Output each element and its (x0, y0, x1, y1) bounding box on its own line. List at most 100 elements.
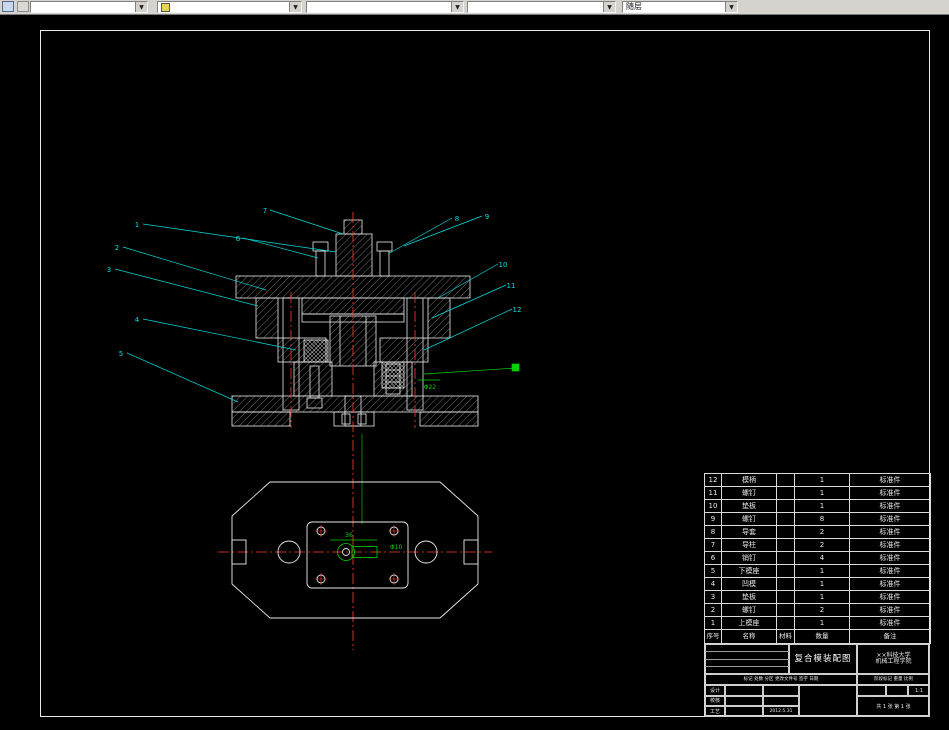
bom-seq: 10 (704, 499, 722, 513)
bolt-head-3[interactable] (357, 413, 367, 425)
table-row[interactable]: 1 上模座 1 标准件 (704, 616, 931, 630)
linetype-combo[interactable]: ▼ (467, 1, 616, 13)
bom-name: 导柱 (721, 538, 777, 552)
bom-seq: 2 (704, 603, 722, 617)
bom-name: 下模座 (721, 564, 777, 578)
style-combo[interactable]: ▼ (30, 1, 148, 13)
lower-die-plate[interactable] (231, 395, 479, 413)
bom-name: 凹模 (721, 577, 777, 591)
guide-bushing-left[interactable] (255, 297, 279, 339)
toolbar-button-icon[interactable] (17, 1, 29, 12)
chevron-down-icon[interactable]: ▼ (725, 2, 737, 12)
table-row[interactable]: 7 导柱 2 标准件 (704, 538, 931, 552)
bom-qty: 2 (794, 603, 850, 617)
role-craft-label: 工艺 (705, 706, 725, 717)
bom-header-qty: 数量 (794, 629, 850, 644)
table-row[interactable]: 11 螺钉 1 标准件 (704, 486, 931, 500)
bom-name: 销钉 (721, 551, 777, 565)
die-base-outline[interactable] (231, 481, 479, 619)
bom-qty: 1 (794, 564, 850, 578)
table-row[interactable]: 5 下模座 1 标准件 (704, 564, 931, 578)
callout-label: 9 (485, 213, 489, 221)
bom-material (776, 512, 795, 526)
die-foot-left[interactable] (231, 411, 291, 427)
revision-line (705, 666, 789, 667)
drawing-title: 复合模装配图 (789, 644, 857, 674)
bom-seq: 12 (704, 473, 722, 487)
bom-remark: 标准件 (849, 473, 931, 487)
table-row[interactable]: 6 销钉 4 标准件 (704, 551, 931, 565)
organization: ××科技大学 机械工程学院 (857, 644, 930, 674)
callout-label: 5 (119, 350, 123, 358)
bom-header-name: 名称 (721, 629, 777, 644)
plan-view[interactable] (231, 481, 479, 619)
punch-shank[interactable] (335, 233, 373, 277)
callout-label: 3 (107, 266, 111, 274)
color-combo[interactable]: ▼ (306, 1, 464, 13)
screw-left[interactable] (315, 250, 326, 277)
plan-dim-width: 36 (345, 532, 353, 539)
insert-block[interactable] (303, 339, 329, 363)
layer-color-swatch (161, 2, 170, 12)
callout-label: 1 (135, 221, 139, 229)
chevron-down-icon[interactable]: ▼ (289, 2, 301, 12)
center-support[interactable] (333, 411, 375, 427)
stage-header: 阶段标记 重量 比例 (857, 674, 930, 685)
bom-seq: 4 (704, 577, 722, 591)
bom-remark: 标准件 (849, 564, 931, 578)
role-design-label: 设计 (705, 685, 725, 696)
role-check-label: 校核 (705, 696, 725, 706)
cad-application-window: { "toolbar": { "combos": [ {"value": ""}… (0, 0, 949, 730)
bom-table[interactable]: 12 模柄 1 标准件 11 螺钉 1 标准件 10 垫板 1 标准件 9 螺钉 8 标准件 8 导套 2 标… (704, 473, 931, 644)
table-row[interactable]: 4 凹模 1 标准件 (704, 577, 931, 591)
section-dimensions[interactable] (418, 363, 520, 381)
die-block-left[interactable] (293, 361, 333, 397)
craft-signature (725, 706, 763, 717)
bolt-head-2[interactable] (341, 413, 351, 425)
layer-combo[interactable]: ▼ (157, 1, 302, 13)
chevron-down-icon[interactable]: ▼ (451, 2, 463, 12)
bom-header-seq: 序号 (704, 629, 722, 644)
chevron-down-icon[interactable]: ▼ (135, 2, 147, 12)
callout-label: 6 (236, 235, 241, 243)
section-view[interactable] (231, 219, 479, 427)
bom-qty: 2 (794, 525, 850, 539)
table-row[interactable]: 12 模柄 1 标准件 (704, 473, 931, 487)
callout-label: 4 (135, 316, 140, 324)
bom-qty: 1 (794, 577, 850, 591)
stripper-plate-right[interactable] (379, 337, 429, 363)
date-cell: 2012.5.31 (763, 706, 799, 717)
workpiece-outline[interactable] (330, 539, 378, 561)
screw-right[interactable] (379, 250, 390, 277)
bom-qty: 8 (794, 512, 850, 526)
bom-name: 螺钉 (721, 603, 777, 617)
bom-qty: 1 (794, 473, 850, 487)
table-row[interactable]: 8 导套 2 标准件 (704, 525, 931, 539)
design-signature (725, 685, 763, 696)
die-block-outline[interactable] (306, 521, 409, 589)
die-foot-right[interactable] (419, 411, 479, 427)
table-row[interactable]: 10 垫板 1 标准件 (704, 499, 931, 513)
bom-seq: 3 (704, 590, 722, 604)
bom-material (776, 590, 795, 604)
revision-header: 标记 处数 分区 更改文件号 签字 日期 (705, 674, 857, 685)
bom-remark: 标准件 (849, 603, 931, 617)
guide-bushing-right[interactable] (427, 297, 451, 339)
bom-remark: 标准件 (849, 616, 931, 630)
table-row[interactable]: 3 垫板 1 标准件 (704, 590, 931, 604)
die-insert-right[interactable] (381, 361, 405, 389)
callout-label: 8 (455, 215, 459, 223)
table-row[interactable]: 9 螺钉 8 标准件 (704, 512, 931, 526)
bom-material (776, 486, 795, 500)
chevron-down-icon[interactable]: ▼ (603, 2, 615, 12)
bom-material (776, 551, 795, 565)
bom-qty: 1 (794, 499, 850, 513)
table-row[interactable]: 2 螺钉 2 标准件 (704, 603, 931, 617)
sheet-cell: 共 1 张 第 1 张 (857, 696, 930, 717)
bom-name: 螺钉 (721, 486, 777, 500)
app-toolbar-icon[interactable] (2, 1, 14, 12)
screw-head-right[interactable] (376, 241, 393, 252)
lineweight-combo[interactable]: 随层 ▼ (622, 1, 738, 13)
section-dim-label: Φ22 (424, 384, 437, 391)
callout-label: 10 (499, 261, 508, 269)
